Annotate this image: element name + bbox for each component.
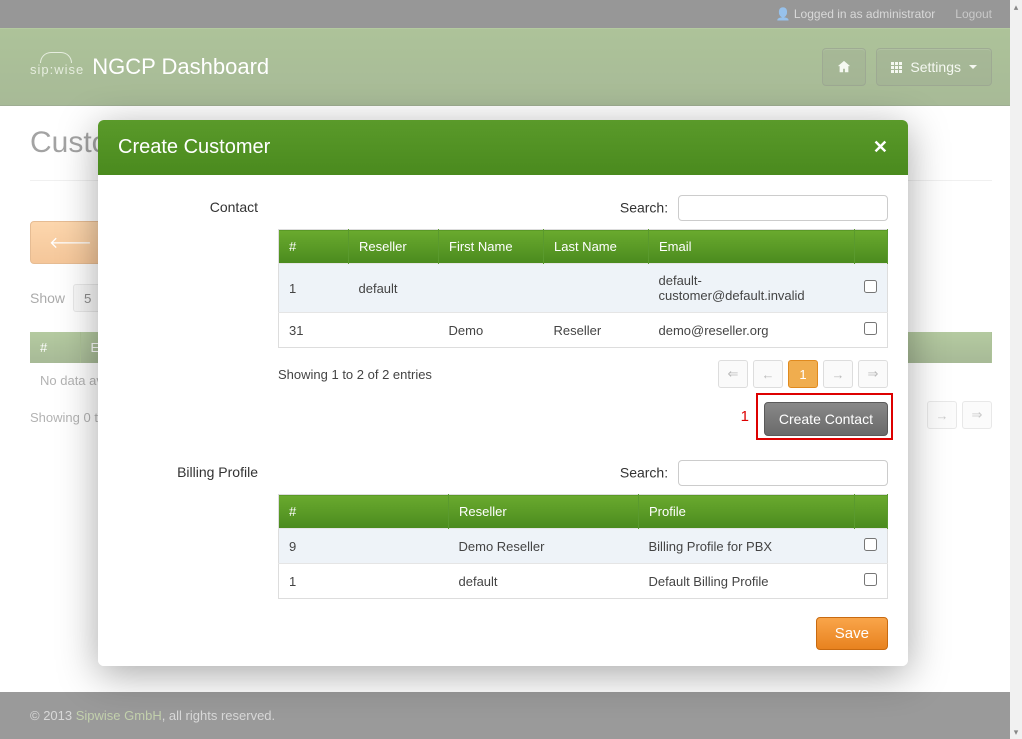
cell: 1 (279, 264, 349, 313)
table-row[interactable]: 1 default Default Billing Profile (279, 564, 888, 599)
contact-col-email[interactable]: Email (649, 230, 855, 264)
pag-last[interactable]: ⇒ (858, 360, 888, 388)
cell: 9 (279, 529, 449, 564)
contact-col-reseller[interactable]: Reseller (349, 230, 439, 264)
contact-search-input[interactable] (678, 195, 888, 221)
table-row[interactable]: 9 Demo Reseller Billing Profile for PBX (279, 529, 888, 564)
cell: Default Billing Profile (639, 564, 855, 599)
cell: demo@reseller.org (649, 313, 855, 348)
billing-search-row: Search: (278, 460, 888, 486)
contact-table-footer: Showing 1 to 2 of 2 entries ⇐ ← 1 → ⇒ (278, 360, 888, 388)
cell: Billing Profile for PBX (639, 529, 855, 564)
cell (349, 313, 439, 348)
annotation-number: 1 (741, 408, 749, 425)
row-checkbox[interactable] (864, 280, 877, 293)
billing-content: Search: # Reseller Profile 9 Demo Resell… (278, 460, 888, 605)
scroll-down-icon[interactable]: ▾ (1010, 725, 1022, 739)
billing-col-num[interactable]: # (279, 495, 449, 529)
contact-pagination: ⇐ ← 1 → ⇒ (718, 360, 888, 388)
contact-search-row: Search: (278, 195, 888, 221)
contact-showing: Showing 1 to 2 of 2 entries (278, 367, 432, 382)
modal-footer: Save (98, 605, 908, 666)
contact-col-chk (854, 230, 888, 264)
contact-col-first[interactable]: First Name (439, 230, 544, 264)
billing-search-input[interactable] (678, 460, 888, 486)
pag-prev[interactable]: ← (753, 360, 783, 388)
row-checkbox[interactable] (864, 322, 877, 335)
cell: default (449, 564, 639, 599)
billing-section: Billing Profile Search: # Reseller Profi… (118, 460, 888, 605)
contact-content: Search: # Reseller First Name Last Name … (278, 195, 888, 436)
cell: Demo (439, 313, 544, 348)
contact-table: # Reseller First Name Last Name Email 1 … (278, 229, 888, 348)
billing-col-chk (854, 495, 888, 529)
table-row[interactable]: 31 Demo Reseller demo@reseller.org (279, 313, 888, 348)
modal-title: Create Customer (118, 136, 270, 159)
cell: 31 (279, 313, 349, 348)
cell: default (349, 264, 439, 313)
contact-section: Contact Search: # Reseller First Name La… (118, 195, 888, 436)
billing-search-label: Search: (620, 465, 668, 481)
billing-col-reseller[interactable]: Reseller (449, 495, 639, 529)
pag-page-1[interactable]: 1 (788, 360, 818, 388)
cell: Demo Reseller (449, 529, 639, 564)
contact-label: Contact (118, 195, 278, 436)
create-contact-button[interactable]: Create Contact (764, 402, 888, 436)
cell: 1 (279, 564, 449, 599)
contact-search-label: Search: (620, 200, 668, 216)
cell: default-customer@default.invalid (649, 264, 855, 313)
modal-header: Create Customer ✕ (98, 120, 908, 175)
contact-col-num[interactable]: # (279, 230, 349, 264)
cell (544, 264, 649, 313)
create-contact-row: 1 Create Contact (278, 402, 888, 436)
browser-scrollbar[interactable]: ▴ ▾ (1010, 0, 1022, 739)
cell (439, 264, 544, 313)
modal-body: Contact Search: # Reseller First Name La… (98, 175, 908, 605)
table-row[interactable]: 1 default default-customer@default.inval… (279, 264, 888, 313)
pag-next[interactable]: → (823, 360, 853, 388)
row-checkbox[interactable] (864, 538, 877, 551)
cell: Reseller (544, 313, 649, 348)
create-customer-modal: Create Customer ✕ Contact Search: # Rese… (98, 120, 908, 666)
save-button[interactable]: Save (816, 617, 888, 650)
billing-label: Billing Profile (118, 460, 278, 605)
billing-col-profile[interactable]: Profile (639, 495, 855, 529)
contact-col-last[interactable]: Last Name (544, 230, 649, 264)
row-checkbox[interactable] (864, 573, 877, 586)
billing-table: # Reseller Profile 9 Demo Reseller Billi… (278, 494, 888, 599)
scroll-up-icon[interactable]: ▴ (1010, 0, 1022, 14)
close-icon[interactable]: ✕ (873, 137, 888, 158)
pag-first[interactable]: ⇐ (718, 360, 748, 388)
